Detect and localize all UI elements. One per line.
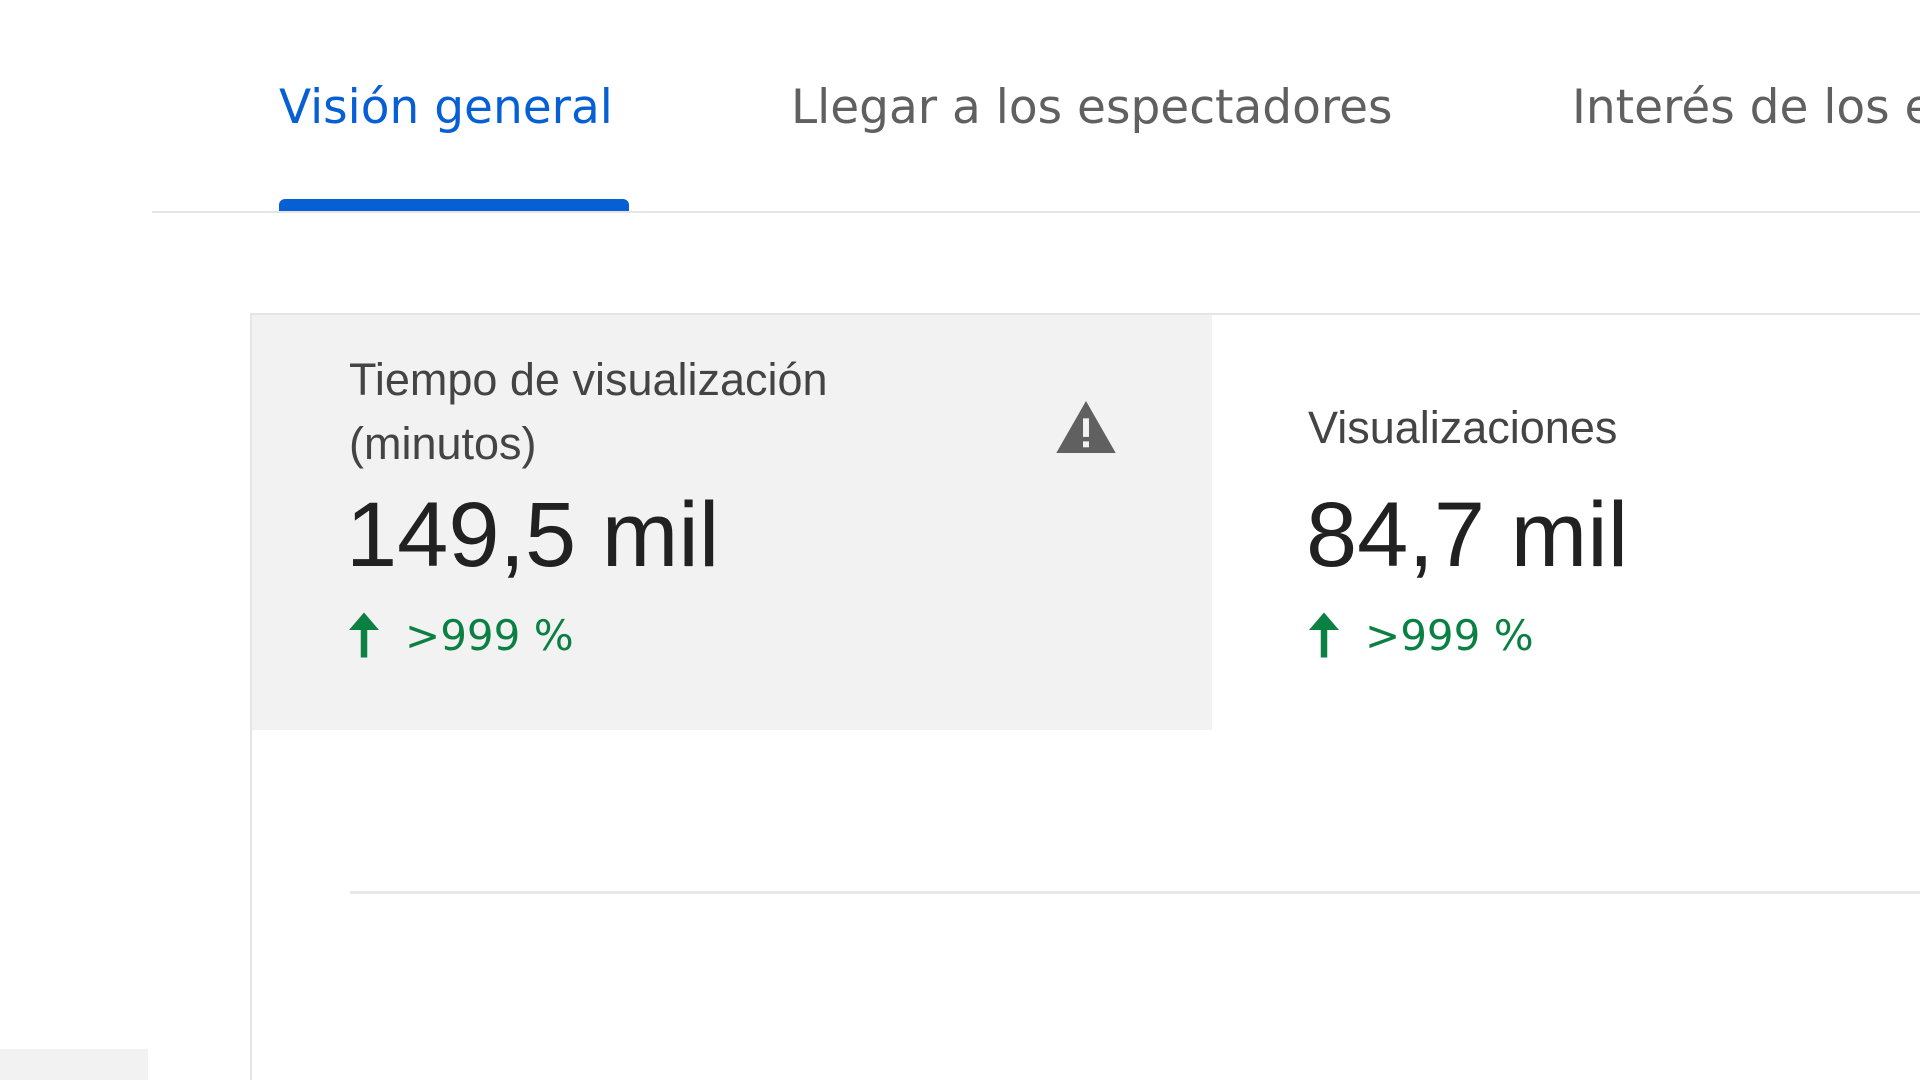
tab-bar: Visión general Llegar a los espectadores… — [152, 0, 1920, 213]
metric-views[interactable]: Visualizaciones 84,7 mil >999 % — [1212, 315, 1920, 730]
metric-change: >999 % — [349, 609, 574, 661]
analytics-page: Visión general Llegar a los espectadores… — [0, 0, 1920, 1080]
metric-change: >999 % — [1309, 609, 1534, 661]
active-tab-indicator — [279, 199, 629, 211]
metric-value: 84,7 mil — [1306, 484, 1629, 586]
arrow-up-icon — [1309, 612, 1339, 658]
tab-engagement[interactable]: Interés de los espectadores — [1572, 80, 1920, 135]
tab-reach[interactable]: Llegar a los espectadores — [791, 80, 1393, 135]
metric-label-line2: (minutos) — [349, 418, 537, 469]
arrow-up-icon — [349, 612, 379, 658]
metric-label: Visualizaciones — [1308, 402, 1618, 453]
warning-icon[interactable] — [1056, 401, 1116, 453]
metric-change-value: >999 % — [405, 610, 574, 660]
tab-overview[interactable]: Visión general — [279, 80, 613, 135]
metric-label-line1: Tiempo de visualización — [349, 354, 828, 405]
sidebar-edge — [0, 1049, 148, 1080]
metric-change-value: >999 % — [1365, 610, 1534, 660]
metric-value: 149,5 mil — [346, 484, 720, 586]
metrics-card: Tiempo de visualización (minutos) 149,5 … — [250, 313, 1920, 1080]
metric-label: Tiempo de visualización (minutos) — [349, 348, 828, 476]
chart-gridline — [350, 891, 1920, 894]
metric-watch-time[interactable]: Tiempo de visualización (minutos) 149,5 … — [252, 315, 1212, 730]
